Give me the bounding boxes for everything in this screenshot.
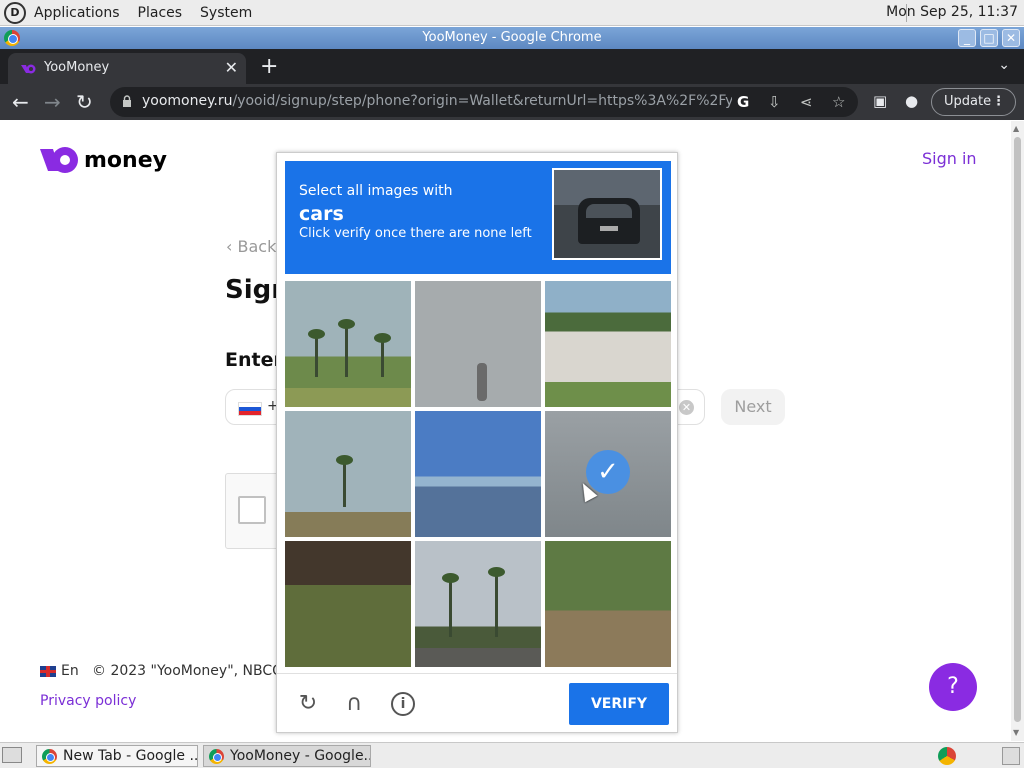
grid-tile-9[interactable] xyxy=(545,541,671,667)
privacy-policy-link[interactable]: Privacy policy xyxy=(40,693,136,709)
show-desktop-icon[interactable] xyxy=(2,747,22,763)
uk-flag-icon xyxy=(40,665,56,677)
update-label: Update xyxy=(944,94,992,109)
clear-input-icon[interactable]: ✕ xyxy=(679,400,694,415)
tab-title: YooMoney xyxy=(44,60,110,75)
info-icon[interactable]: i xyxy=(391,692,415,716)
challenge-keyword: cars xyxy=(299,203,344,225)
sign-in-link[interactable]: Sign in xyxy=(922,149,977,168)
page-scrollbar[interactable]: ▲ ▼ xyxy=(1011,121,1024,741)
phone-heading: Enter xyxy=(225,349,283,371)
bookmark-star-icon[interactable]: ☆ xyxy=(832,93,845,111)
new-tab-button[interactable]: + xyxy=(260,54,278,79)
tab-search-chevron-icon[interactable]: ⌄ xyxy=(998,57,1010,73)
footer-divider xyxy=(277,673,677,674)
scrollbar-thumb[interactable] xyxy=(1014,137,1021,722)
tray-chrome-icon[interactable] xyxy=(938,747,956,765)
google-lens-icon[interactable]: G xyxy=(737,93,749,111)
brand-wordmark: money xyxy=(84,147,167,173)
language-label: En xyxy=(61,663,79,679)
back-arrow-icon[interactable]: ← xyxy=(12,90,29,114)
grid-tile-8[interactable] xyxy=(415,541,541,667)
maximize-button[interactable]: □ xyxy=(980,29,998,47)
system-top-panel: D Applications Places System Mon Sep 25,… xyxy=(0,0,1024,26)
grid-tile-1[interactable] xyxy=(285,281,411,407)
address-bar[interactable]: yoomoney.ru/yooid/signup/step/phone?orig… xyxy=(110,87,858,117)
close-tab-icon[interactable]: ✕ xyxy=(225,58,238,77)
workspace-switcher-icon[interactable] xyxy=(1002,747,1020,765)
chrome-icon xyxy=(209,749,224,764)
menu-system[interactable]: System xyxy=(200,5,252,21)
audio-challenge-icon[interactable]: ∩ xyxy=(339,689,369,719)
share-icon[interactable]: ⋖ xyxy=(800,93,813,111)
next-button[interactable]: Next xyxy=(721,389,785,425)
verify-button[interactable]: VERIFY xyxy=(569,683,669,725)
tab-strip: YooMoney ✕ + ⌄ xyxy=(0,49,1024,84)
install-app-icon[interactable]: ⇩ xyxy=(768,93,781,111)
scroll-down-icon[interactable]: ▼ xyxy=(1013,728,1019,737)
back-link[interactable]: ‹ Back xyxy=(226,237,276,256)
chrome-icon xyxy=(42,749,57,764)
side-panel-icon[interactable]: ▣ xyxy=(873,92,887,110)
window-title: YooMoney - Google Chrome xyxy=(422,30,602,45)
challenge-hint: Click verify once there are none left xyxy=(299,226,532,241)
recaptcha-checkbox[interactable] xyxy=(238,496,266,524)
kebab-menu-icon[interactable]: ⋮ xyxy=(992,89,1005,115)
clock[interactable]: Mon Sep 25, 11:37 xyxy=(886,4,1018,20)
image-grid: ✓ xyxy=(285,281,671,667)
update-button[interactable]: Update ⋮ xyxy=(931,88,1016,116)
yoomoney-favicon-icon xyxy=(21,64,36,74)
gnome-foot-icon[interactable]: D xyxy=(4,1,26,24)
forward-arrow-icon[interactable]: → xyxy=(44,90,61,114)
sample-car-image xyxy=(552,168,662,260)
taskbar-item-new-tab[interactable]: New Tab - Google ... xyxy=(36,745,198,767)
taskbar-item-yoomoney[interactable]: YooMoney - Google... xyxy=(203,745,371,767)
yoomoney-logo[interactable]: money xyxy=(40,145,167,175)
challenge-header: Select all images with cars Click verify… xyxy=(285,161,671,274)
back-chevron-icon: ‹ xyxy=(226,237,238,256)
browser-toolbar: ← → ↻ yoomoney.ru/yooid/signup/step/phon… xyxy=(0,84,1024,120)
tab-yoomoney[interactable]: YooMoney ✕ xyxy=(8,53,246,84)
help-button[interactable]: ? xyxy=(929,663,977,711)
grid-tile-7[interactable] xyxy=(285,541,411,667)
grid-tile-3[interactable] xyxy=(545,281,671,407)
menu-places[interactable]: Places xyxy=(138,5,183,21)
profile-icon[interactable]: ● xyxy=(905,92,918,110)
scroll-up-icon[interactable]: ▲ xyxy=(1013,124,1019,133)
language-switcher[interactable]: En xyxy=(40,663,79,679)
challenge-instruction: Select all images with xyxy=(299,183,453,199)
url-text[interactable]: yoomoney.ru/yooid/signup/step/phone?orig… xyxy=(142,93,732,109)
bottom-taskbar: New Tab - Google ... YooMoney - Google..… xyxy=(0,742,1024,768)
grid-tile-4[interactable] xyxy=(285,411,411,537)
close-window-button[interactable]: ✕ xyxy=(1002,29,1020,47)
grid-tile-5[interactable] xyxy=(415,411,541,537)
recaptcha-challenge: Select all images with cars Click verify… xyxy=(276,152,678,733)
reload-icon[interactable]: ↻ xyxy=(76,90,93,114)
russia-flag-icon[interactable] xyxy=(238,402,262,416)
window-titlebar: YooMoney - Google Chrome _ □ ✕ xyxy=(0,27,1024,49)
chrome-icon xyxy=(4,30,20,46)
menu-applications[interactable]: Applications xyxy=(34,5,120,21)
lock-icon[interactable] xyxy=(122,95,132,107)
grid-tile-6[interactable]: ✓ xyxy=(545,411,671,537)
grid-tile-2[interactable] xyxy=(415,281,541,407)
yoomoney-logo-icon xyxy=(40,147,78,173)
reload-challenge-icon[interactable]: ↻ xyxy=(293,689,323,719)
minimize-button[interactable]: _ xyxy=(958,29,976,47)
